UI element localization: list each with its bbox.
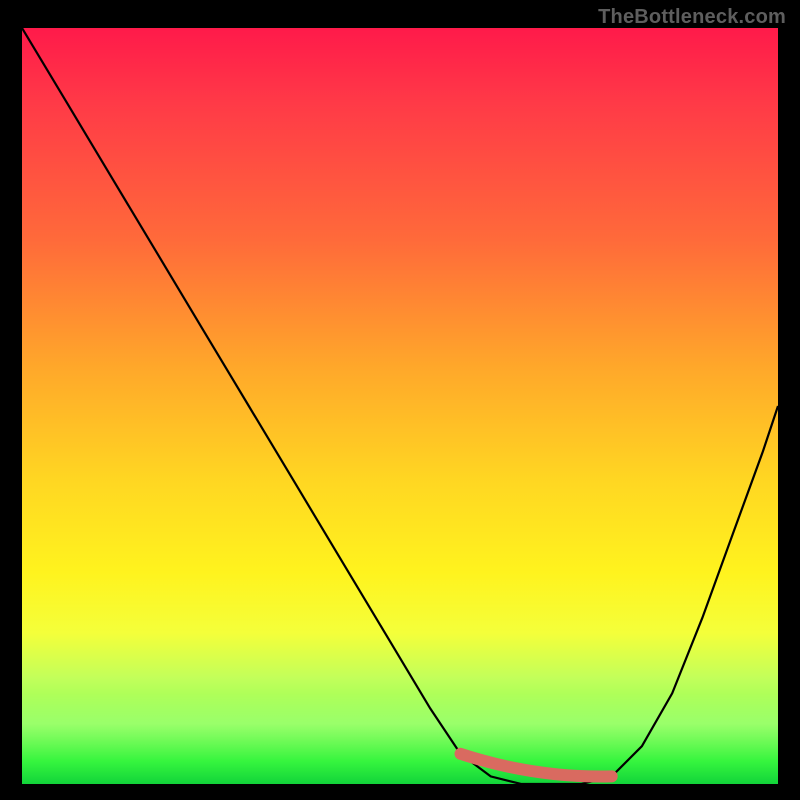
bottleneck-curve: [22, 28, 778, 784]
curve-svg: [22, 28, 778, 784]
watermark-text: TheBottleneck.com: [598, 6, 786, 29]
optimal-marker: [461, 754, 612, 777]
chart-frame: TheBottleneck.com: [0, 0, 800, 800]
plot-area: [22, 28, 778, 784]
